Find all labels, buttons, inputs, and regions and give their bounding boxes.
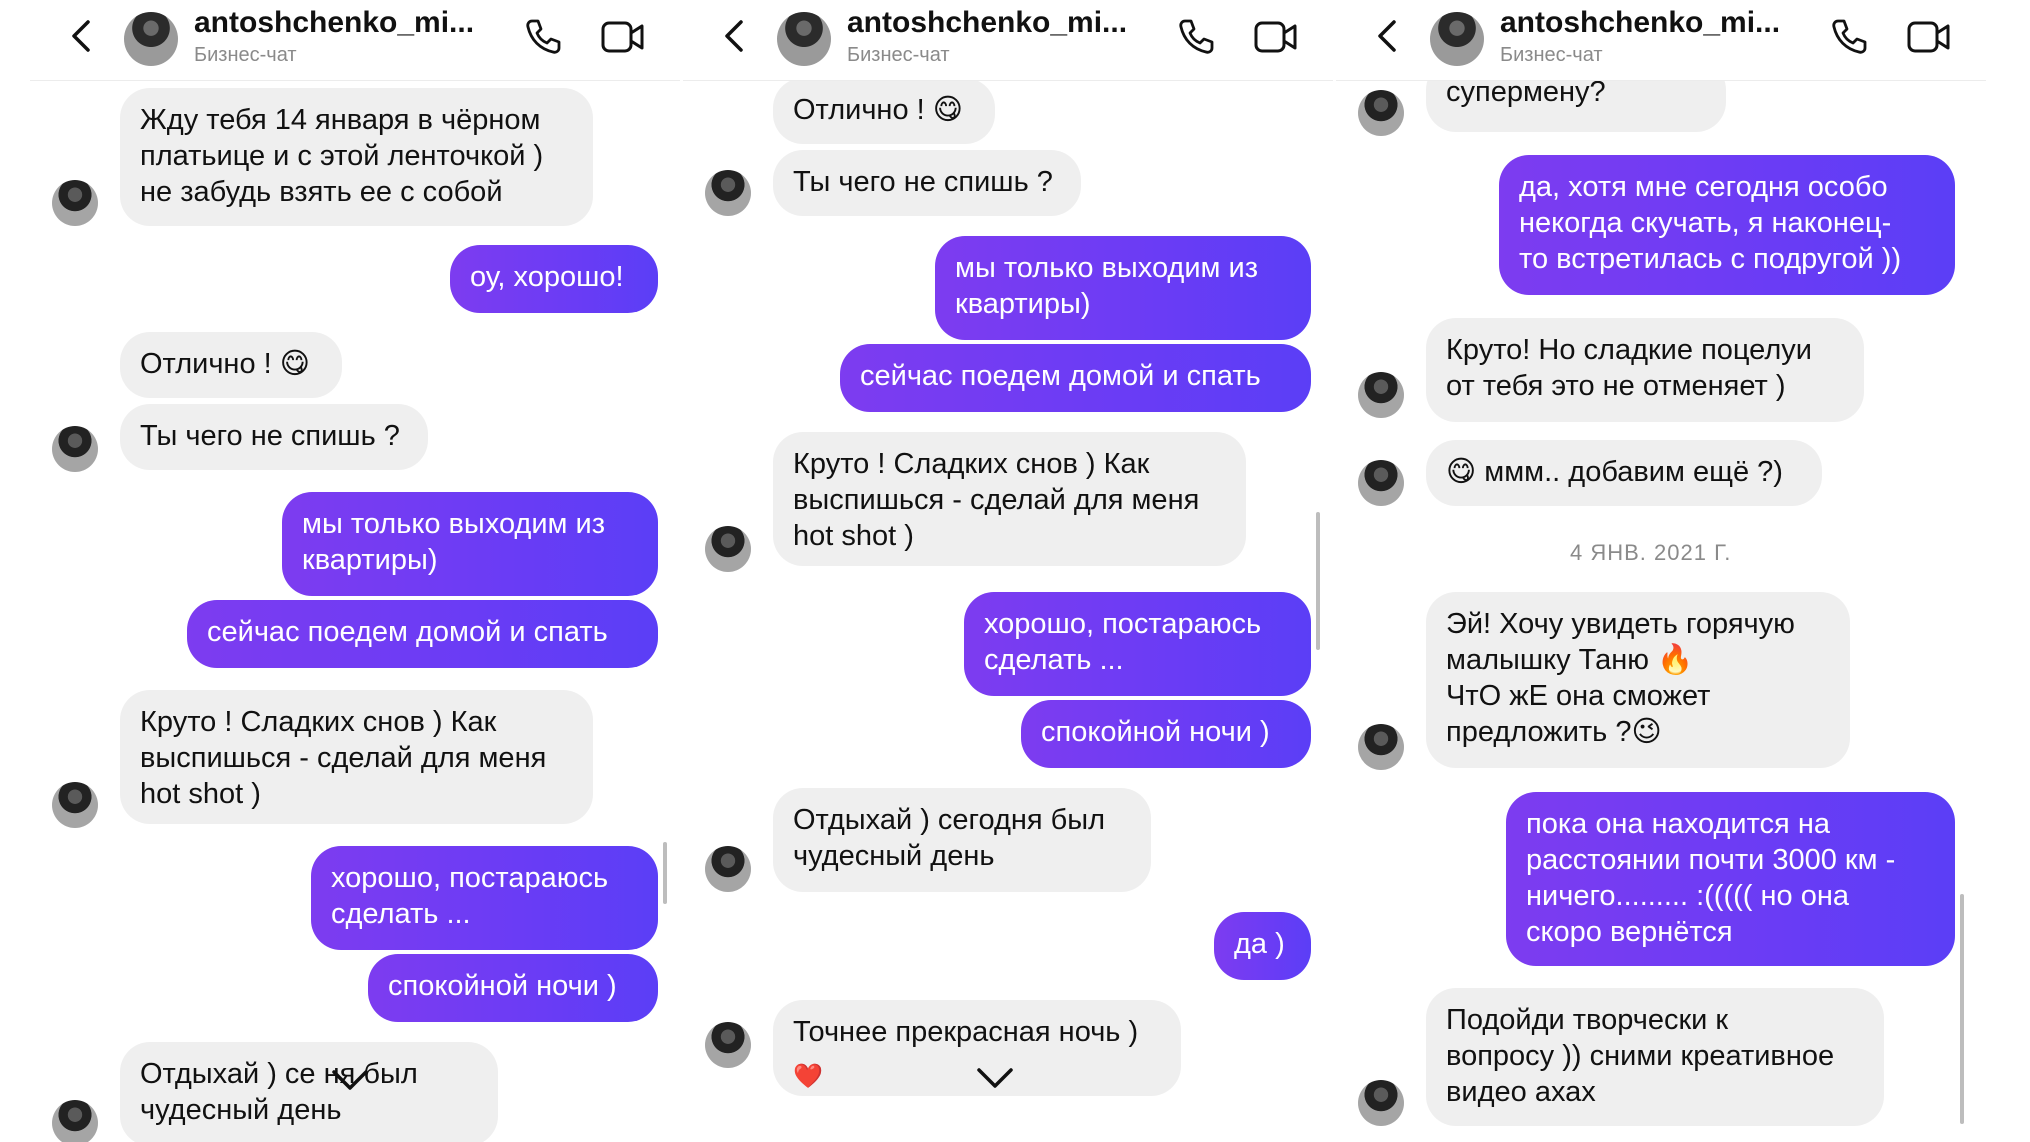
scroll-down-icon[interactable] (320, 1060, 380, 1100)
message-incoming[interactable]: Отлично ! 😋 (773, 78, 995, 144)
chat-header: antoshchenko_mi... Бизнес-чат (30, 0, 680, 80)
scrollbar[interactable] (1316, 512, 1320, 650)
message-outgoing[interactable]: оу, хорошо! (450, 245, 658, 313)
message-incoming[interactable]: Ты чего не спишь ? (773, 150, 1081, 216)
chat-panel-2: antoshchenko_mi... Бизнес-чат Отлично ! … (683, 0, 1333, 1142)
heart-reaction-icon[interactable]: ❤️ (793, 1062, 823, 1091)
video-camera-icon[interactable] (1906, 16, 1952, 58)
phone-icon[interactable] (522, 16, 564, 58)
message-incoming[interactable]: Жду тебя 14 января в чёрном платьице и с… (120, 88, 593, 226)
chat-type-label: Бизнес-чат (1500, 44, 1603, 66)
scroll-down-icon[interactable] (965, 1058, 1025, 1098)
message-outgoing[interactable]: мы только выходим из квартиры) (935, 236, 1311, 340)
avatar[interactable] (124, 12, 178, 66)
back-arrow-icon[interactable] (62, 16, 102, 56)
sender-avatar (52, 1100, 98, 1142)
message-outgoing[interactable]: хорошо, постараюсь сделать ... (311, 846, 658, 950)
message-outgoing[interactable]: пока она находится на расстоянии почти 3… (1506, 792, 1955, 966)
message-incoming[interactable]: Отлично ! 😋 (120, 332, 342, 398)
message-outgoing[interactable]: да ) (1214, 912, 1311, 980)
header-divider (683, 80, 1333, 81)
date-separator: 4 ЯНВ. 2021 Г. (1570, 540, 1732, 565)
header-divider (1336, 80, 1986, 81)
chat-type-label: Бизнес-чат (847, 44, 950, 66)
message-outgoing[interactable]: сейчас поедем домой и спать (187, 600, 658, 668)
sender-avatar (1358, 724, 1404, 770)
chat-header: antoshchenko_mi... Бизнес-чат (1336, 0, 1986, 80)
username[interactable]: antoshchenko_mi... (847, 6, 1127, 40)
sender-avatar (52, 782, 98, 828)
scrollbar[interactable] (663, 842, 667, 904)
chat-panel-1: antoshchenko_mi... Бизнес-чат Жду тебя 1… (30, 0, 680, 1142)
avatar[interactable] (777, 12, 831, 66)
back-arrow-icon[interactable] (1368, 16, 1408, 56)
message-incoming[interactable]: Ты чего не спишь ? (120, 404, 428, 470)
message-incoming[interactable]: 😋 ммм.. добавим ещё ?) (1426, 440, 1822, 506)
username[interactable]: antoshchenko_mi... (1500, 6, 1780, 40)
message-incoming[interactable]: Подойди творчески к вопросу )) сними кре… (1426, 988, 1884, 1126)
header-divider (30, 80, 680, 81)
message-outgoing[interactable]: спокойной ночи ) (368, 954, 658, 1022)
message-incoming[interactable]: Круто! Но сладкие поцелуи от тебя это не… (1426, 318, 1864, 422)
sender-avatar (705, 1022, 751, 1068)
message-outgoing[interactable]: спокойной ночи ) (1021, 700, 1311, 768)
sender-avatar (1358, 372, 1404, 418)
sender-avatar (705, 846, 751, 892)
message-outgoing[interactable]: мы только выходим из квартиры) (282, 492, 658, 596)
avatar[interactable] (1430, 12, 1484, 66)
chat-header: antoshchenko_mi... Бизнес-чат (683, 0, 1333, 80)
video-camera-icon[interactable] (600, 16, 646, 58)
chat-type-label: Бизнес-чат (194, 44, 297, 66)
message-incoming[interactable]: Отдыхай ) сегодня был чудесный день (773, 788, 1151, 892)
phone-icon[interactable] (1828, 16, 1870, 58)
phone-icon[interactable] (1175, 16, 1217, 58)
sender-avatar (1358, 1080, 1404, 1126)
message-outgoing[interactable]: хорошо, постараюсь сделать ... (964, 592, 1311, 696)
message-outgoing[interactable]: сейчас поедем домой и спать (840, 344, 1311, 412)
sender-avatar (705, 170, 751, 216)
scrollbar[interactable] (1960, 894, 1964, 1124)
sender-avatar (52, 180, 98, 226)
message-outgoing[interactable]: да, хотя мне сегодня особо некогда скуча… (1499, 155, 1955, 295)
username[interactable]: antoshchenko_mi... (194, 6, 474, 40)
back-arrow-icon[interactable] (715, 16, 755, 56)
message-incoming[interactable]: Эй! Хочу увидеть горячую малышку Таню 🔥 … (1426, 592, 1850, 768)
sender-avatar (1358, 90, 1404, 136)
sender-avatar (52, 426, 98, 472)
sender-avatar (1358, 460, 1404, 506)
chat-panel-3: супермену? antoshchenko_mi... Бизнес-чат… (1336, 0, 1986, 1142)
message-incoming[interactable]: Отдыхай ) се ня был чудесный день (120, 1042, 498, 1142)
sender-avatar (705, 526, 751, 572)
message-incoming[interactable]: Круто ! Сладких снов ) Как выспишься - с… (120, 690, 593, 824)
message-incoming[interactable]: Круто ! Сладких снов ) Как выспишься - с… (773, 432, 1246, 566)
video-camera-icon[interactable] (1253, 16, 1299, 58)
